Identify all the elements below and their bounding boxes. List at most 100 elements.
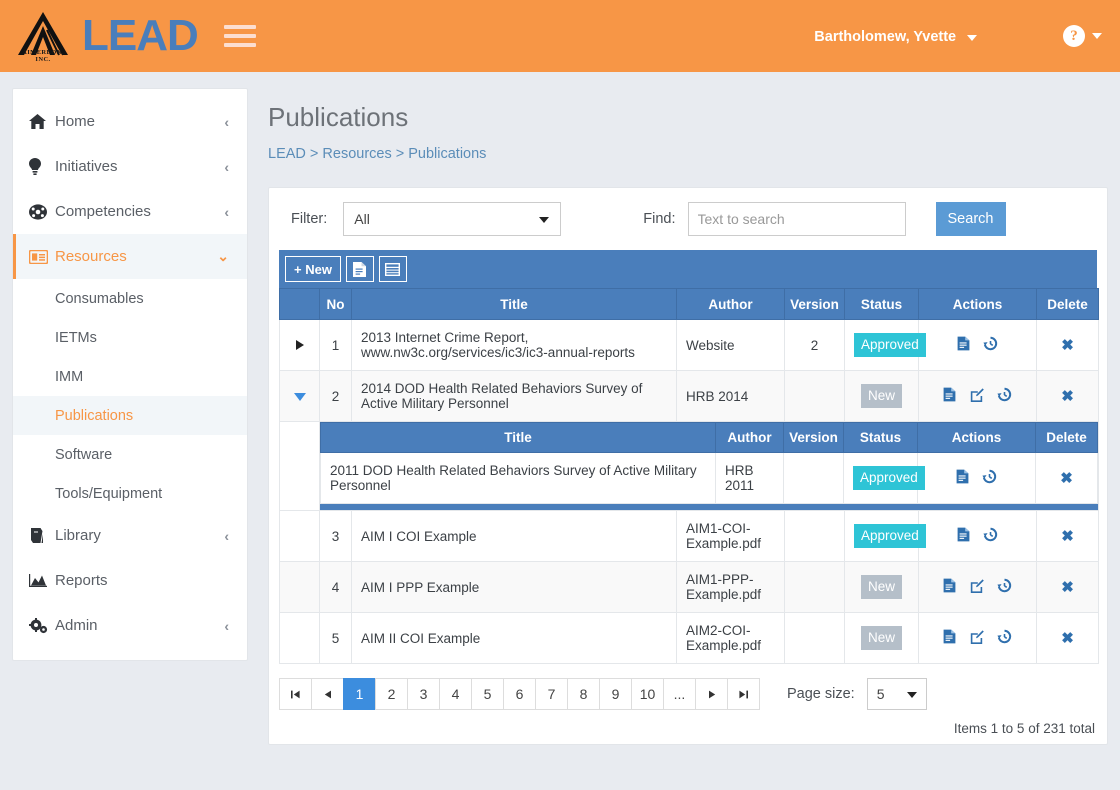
document-icon[interactable]: [943, 387, 956, 405]
user-menu[interactable]: Bartholomew, Yvette: [814, 28, 977, 45]
id-card-icon: [29, 249, 55, 264]
delete-button[interactable]: ✖: [1061, 630, 1074, 647]
brand-logo[interactable]: AIMEREON, INC. LEAD: [14, 10, 199, 63]
delete-button[interactable]: ✖: [1061, 528, 1074, 545]
sidebar-item-consumables[interactable]: Consumables: [13, 279, 247, 318]
gears-icon: [29, 617, 55, 634]
pager-page-8[interactable]: 8: [567, 678, 600, 710]
pager-page-6[interactable]: 6: [503, 678, 536, 710]
filter-select[interactable]: All: [343, 202, 562, 236]
hamburger-icon[interactable]: [223, 25, 256, 47]
sidebar-item-label: Resources: [55, 248, 127, 265]
pager-page-1[interactable]: 1: [343, 678, 376, 710]
pager-page-5[interactable]: 5: [471, 678, 504, 710]
history-icon[interactable]: [997, 629, 1012, 647]
pager-page-10[interactable]: 10: [631, 678, 664, 710]
delete-button[interactable]: ✖: [1061, 388, 1074, 405]
document-icon[interactable]: [957, 527, 970, 545]
brand-wordmark-text: LEAD: [82, 11, 199, 60]
new-button[interactable]: + New: [285, 256, 341, 282]
search-button[interactable]: Search: [935, 202, 1006, 236]
document-icon[interactable]: [957, 336, 970, 354]
cell-actions: [918, 612, 1037, 664]
row-expander-cell[interactable]: [279, 510, 320, 562]
cell-author: AIM2-COI-Example.pdf: [676, 612, 785, 664]
delete-button[interactable]: ✖: [1061, 579, 1074, 596]
sidebar-item-resources[interactable]: Resources ⌄: [13, 234, 247, 279]
sidebar-item-competencies[interactable]: Competencies ‹: [13, 189, 247, 234]
column-header-actions[interactable]: Actions: [918, 288, 1037, 320]
sidebar-item-tools-equipment[interactable]: Tools/Equipment: [13, 474, 247, 513]
table-row: 5 AIM II COI Example AIM2-COI-Example.pd…: [279, 612, 1099, 664]
pager-page-4[interactable]: 4: [439, 678, 472, 710]
sidebar-item-software[interactable]: Software: [13, 435, 247, 474]
sidebar-item-home[interactable]: Home ‹: [13, 99, 247, 144]
column-header-delete[interactable]: Delete: [1036, 288, 1099, 320]
column-header-title[interactable]: Title: [351, 288, 677, 320]
chevron-down-icon[interactable]: [293, 392, 306, 401]
table-header: No Title Author Version Status Actions D…: [279, 288, 1099, 320]
cell-no: 5: [319, 612, 352, 664]
page-title: Publications: [268, 102, 409, 132]
sidebar-item-imm[interactable]: IMM: [13, 357, 247, 396]
breadcrumb[interactable]: LEAD > Resources > Publications: [268, 146, 1108, 162]
pager-page-7[interactable]: 7: [535, 678, 568, 710]
column-header-version[interactable]: Version: [784, 288, 845, 320]
search-input[interactable]: [687, 202, 906, 236]
detail-column-header-author[interactable]: Author: [715, 422, 784, 453]
pager-page-2[interactable]: 2: [375, 678, 408, 710]
cell-version: [784, 612, 845, 664]
app-header: AIMEREON, INC. LEAD Bartholomew, Yvette …: [0, 0, 1120, 72]
document-icon[interactable]: [956, 469, 969, 487]
row-expander-cell[interactable]: [279, 561, 320, 613]
detail-status-badge-cell: Approved: [843, 452, 925, 504]
header-right-group: Bartholomew, Yvette ?: [814, 25, 1120, 47]
pager-next-button[interactable]: [695, 678, 728, 710]
detail-column-header-delete[interactable]: Delete: [1035, 422, 1098, 453]
column-header-status[interactable]: Status: [844, 288, 919, 320]
pager-prev-button[interactable]: [311, 678, 344, 710]
history-icon[interactable]: [997, 387, 1012, 405]
hamburger-bar: [223, 34, 256, 38]
edit-icon[interactable]: [970, 387, 984, 405]
sidebar-item-library[interactable]: Library ‹: [13, 513, 247, 558]
help-menu[interactable]: ?: [1063, 25, 1102, 47]
sidebar-item-publications[interactable]: Publications: [13, 396, 247, 435]
document-icon[interactable]: [943, 629, 956, 647]
pager-first-button[interactable]: [279, 678, 312, 710]
row-expander-cell[interactable]: [279, 612, 320, 664]
sidebar-item-admin[interactable]: Admin ‹: [13, 603, 247, 648]
row-expander-cell[interactable]: [279, 370, 320, 422]
column-header-expand[interactable]: [279, 288, 320, 320]
detail-cell-title: 2011 DOD Health Related Behaviors Survey…: [320, 452, 716, 504]
history-icon[interactable]: [997, 578, 1012, 596]
sidebar-subitem-label: IMM: [55, 368, 84, 385]
detail-column-header-title[interactable]: Title: [320, 422, 716, 453]
pager-ellipsis[interactable]: ...: [663, 678, 696, 710]
row-expander-cell[interactable]: [279, 319, 320, 371]
history-icon[interactable]: [982, 469, 997, 487]
detail-column-header-status[interactable]: Status: [843, 422, 918, 453]
sidebar-item-ietms[interactable]: IETMs: [13, 318, 247, 357]
edit-icon[interactable]: [970, 578, 984, 596]
history-icon[interactable]: [983, 336, 998, 354]
chevron-right-icon[interactable]: [295, 339, 304, 350]
column-header-no[interactable]: No: [319, 288, 352, 320]
edit-icon[interactable]: [970, 629, 984, 647]
detail-column-header-version[interactable]: Version: [783, 422, 844, 453]
history-icon[interactable]: [983, 527, 998, 545]
pager-page-9[interactable]: 9: [599, 678, 632, 710]
detail-column-header-actions[interactable]: Actions: [917, 422, 1036, 453]
page-size-select[interactable]: 5: [866, 678, 927, 710]
column-header-author[interactable]: Author: [676, 288, 785, 320]
cell-no: 3: [319, 510, 352, 562]
export-document-button[interactable]: [345, 256, 374, 282]
sidebar-item-reports[interactable]: Reports: [13, 558, 247, 603]
sidebar-item-initiatives[interactable]: Initiatives ‹: [13, 144, 247, 189]
pager-page-3[interactable]: 3: [407, 678, 440, 710]
delete-button[interactable]: ✖: [1061, 337, 1074, 354]
delete-button[interactable]: ✖: [1060, 470, 1073, 487]
export-table-button[interactable]: [378, 256, 407, 282]
document-icon[interactable]: [943, 578, 956, 596]
pager-last-button[interactable]: [727, 678, 760, 710]
